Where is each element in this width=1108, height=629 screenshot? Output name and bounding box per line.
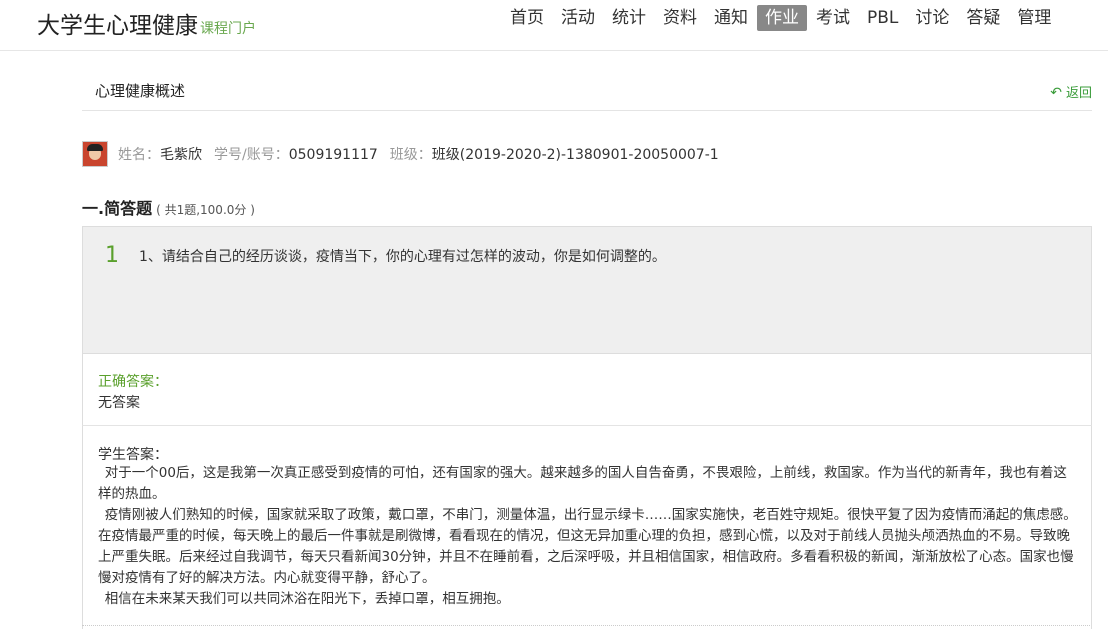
nav-item[interactable]: 管理 xyxy=(1009,5,1059,31)
question-block: 1 1、请结合自己的经历谈谈，疫情当下，你的心理有过怎样的波动，你是如何调整的。 xyxy=(82,226,1092,354)
page-title: 心理健康概述 xyxy=(95,82,186,100)
student-answer-block: 学生答案： 对于一个00后，这是我第一次真正感受到疫情的可怕，还有国家的强大。越… xyxy=(82,426,1092,629)
correct-answer-block: 正确答案： 无答案 xyxy=(82,353,1092,426)
nav-item[interactable]: 资料 xyxy=(655,5,705,31)
student-answer-label: 学生答案： xyxy=(98,447,168,463)
student-id: 0509191117 xyxy=(288,147,378,163)
student-info-text: 姓名：毛紫欣 学号/账号：0509191117 班级：班级(2019-2020-2)… xyxy=(118,144,731,164)
nav-item[interactable]: 讨论 xyxy=(907,5,957,31)
section-name: 一.简答题 xyxy=(82,199,153,218)
nav-item[interactable]: 首页 xyxy=(502,5,552,31)
question-number: 1 xyxy=(105,243,119,268)
top-header: 大学生心理健康 课程门户 首页 活动 统计 资料 通知 作业 考试 PBL 讨论 答疑 管理 xyxy=(0,0,1108,51)
main-nav: 首页 活动 统计 资料 通知 作业 考试 PBL 讨论 答疑 管理 xyxy=(502,5,1060,33)
nav-item[interactable]: 活动 xyxy=(553,5,603,31)
divider xyxy=(82,625,1090,626)
logo-title: 大学生心理健康 xyxy=(37,13,198,39)
student-answer-text: 对于一个00后，这是我第一次真正感受到疫情的可怕，还有国家的强大。越来越多的国人… xyxy=(98,463,1078,610)
student-name: 毛紫欣 xyxy=(160,147,202,163)
id-label: 学号/账号： xyxy=(214,147,289,163)
answer-paragraph: 对于一个00后，这是我第一次真正感受到疫情的可怕，还有国家的强大。越来越多的国人… xyxy=(98,465,1067,502)
correct-answer-label: 正确答案： xyxy=(98,374,168,390)
back-label: 返回 xyxy=(1065,86,1092,101)
answer-paragraph: 疫情刚被人们熟知的时候，国家就采取了政策，戴口罩，不串门，测量体温，出行显示绿卡… xyxy=(98,507,1077,586)
nav-item[interactable]: 答疑 xyxy=(958,5,1008,31)
course-logo[interactable]: 大学生心理健康 课程门户 xyxy=(37,6,256,40)
name-label: 姓名： xyxy=(118,147,160,163)
student-class: 班级(2019-2020-2)-1380901-20050007-1 xyxy=(431,147,719,163)
correct-answer-value: 无答案 xyxy=(98,395,140,411)
back-button[interactable]: ↶ 返回 xyxy=(1050,82,1092,101)
question-text: 1、请结合自己的经历谈谈，疫情当下，你的心理有过怎样的波动，你是如何调整的。 xyxy=(139,249,666,265)
logo-subtitle: 课程门户 xyxy=(200,21,256,37)
class-label: 班级： xyxy=(389,147,432,163)
nav-item[interactable]: 考试 xyxy=(808,5,858,31)
back-arrow-icon: ↶ xyxy=(1050,85,1062,101)
nav-item[interactable]: 通知 xyxy=(706,5,756,31)
nav-item[interactable]: PBL xyxy=(859,5,906,31)
avatar xyxy=(82,141,108,167)
page-title-bar: 心理健康概述 ↶ 返回 xyxy=(82,70,1092,111)
nav-item[interactable]: 统计 xyxy=(604,5,654,31)
nav-item[interactable]: 作业 xyxy=(757,5,807,31)
answer-paragraph: 相信在未来某天我们可以共同沐浴在阳光下，丢掉口罩，相互拥抱。 xyxy=(104,591,510,607)
section-meta: ( 共1题,100.0分 ) xyxy=(156,203,255,217)
section-heading: 一.简答题( 共1题,100.0分 ) xyxy=(82,195,255,219)
